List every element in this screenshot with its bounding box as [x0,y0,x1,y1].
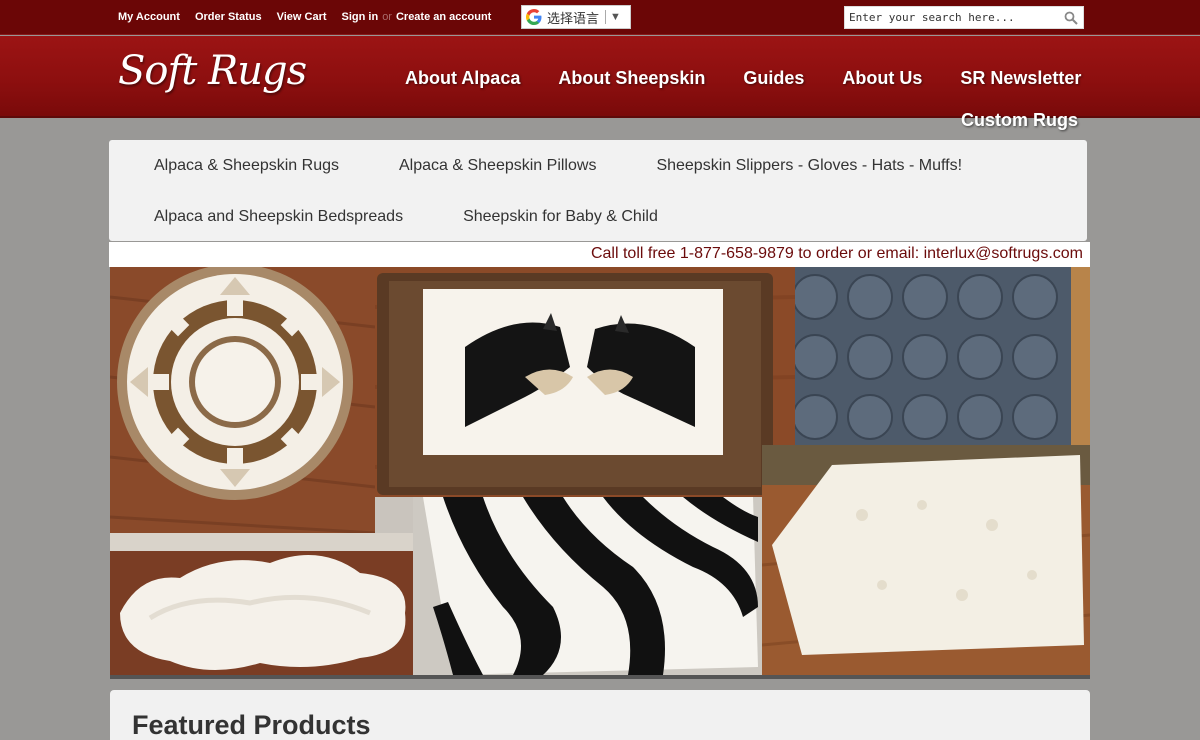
wolves-rug-image [375,267,795,497]
create-account-link[interactable]: Create an account [396,11,491,23]
or-separator: or [382,11,392,23]
account-links: My Account Order Status View Cart Sign i… [118,11,491,23]
contact-bar: Call toll free 1-877-658-9879 to order o… [109,242,1090,267]
view-cart-link[interactable]: View Cart [277,11,327,23]
main-navigation: About Alpaca About Sheepskin Guides Abou… [386,68,1100,89]
category-bedspreads[interactable]: Alpaca and Sheepskin Bedspreads [154,208,403,226]
category-rugs[interactable]: Alpaca & Sheepskin Rugs [154,157,339,175]
category-pillows[interactable]: Alpaca & Sheepskin Pillows [399,157,596,175]
sign-in-link[interactable]: Sign in [342,11,379,23]
shag-rug-image [762,445,1090,675]
rug-collage-banner[interactable] [110,267,1090,675]
my-account-link[interactable]: My Account [118,11,180,23]
search-box [844,6,1084,29]
category-row: Alpaca and Sheepskin Bedspreads Sheepski… [154,208,718,226]
site-logo[interactable]: Soft Rugs [118,48,307,94]
featured-products-section: Featured Products [110,690,1090,740]
circle-pattern-rug-image [795,267,1090,445]
category-row: Alpaca & Sheepskin Rugs Alpaca & Sheepsk… [154,157,1022,175]
site-header: Soft Rugs About Alpaca About Sheepskin G… [0,36,1200,118]
category-slippers[interactable]: Sheepskin Slippers - Gloves - Hats - Muf… [656,157,962,175]
nav-about-us[interactable]: About Us [823,68,941,89]
chevron-down-icon: ▼ [610,11,621,23]
language-selector[interactable]: 选择语言 ▼ [521,5,631,29]
search-icon[interactable] [1064,11,1078,25]
nav-sr-newsletter[interactable]: SR Newsletter [941,68,1100,89]
contact-text: Call toll free 1-877-658-9879 to order o… [590,245,1083,262]
google-icon [526,9,542,25]
featured-products-title: Featured Products [132,710,371,740]
nav-custom-rugs[interactable]: Custom Rugs [961,110,1078,131]
nav-guides[interactable]: Guides [724,68,823,89]
nav-about-sheepskin[interactable]: About Sheepskin [539,68,724,89]
zebra-rug-image [413,497,762,675]
top-bar: My Account Order Status View Cart Sign i… [0,0,1200,35]
sheepskin-rug-image [110,533,413,675]
nav-about-alpaca[interactable]: About Alpaca [386,68,539,89]
language-selector-label: 选择语言 [547,10,600,26]
selector-divider [605,10,607,24]
order-status-link[interactable]: Order Status [195,11,262,23]
category-baby-child[interactable]: Sheepskin for Baby & Child [463,208,658,226]
category-menu: Alpaca & Sheepskin Rugs Alpaca & Sheepsk… [109,140,1087,241]
search-input[interactable] [845,7,1060,28]
round-rug-image [110,267,375,533]
banner-bottom-border [110,675,1090,679]
